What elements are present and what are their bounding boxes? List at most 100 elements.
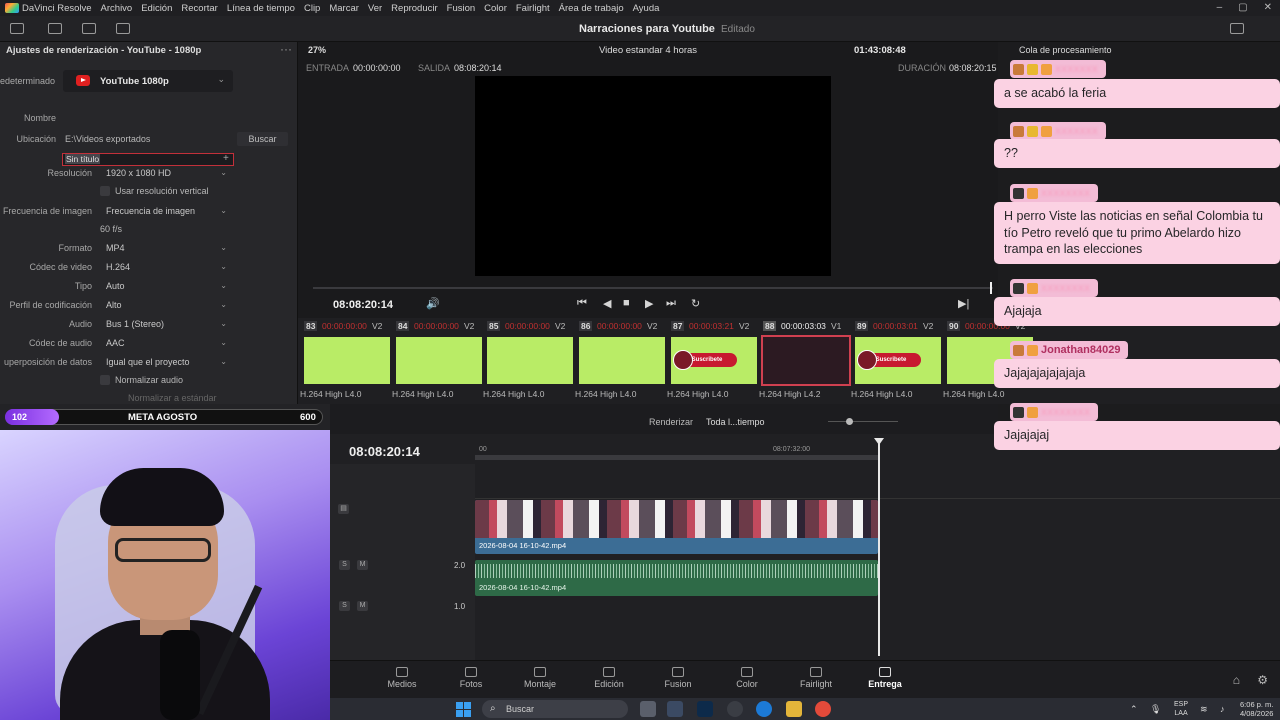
data-burn-select[interactable]: Igual que el proyecto ⌄: [101, 355, 232, 369]
obs-icon[interactable]: [727, 701, 743, 717]
clip-thumbnail-selected[interactable]: 88 00:00:03:03 V1 H.264 High L4.2: [757, 318, 851, 400]
video-preview[interactable]: [475, 76, 831, 276]
davinci-taskbar-icon[interactable]: [667, 701, 683, 717]
menu-linea-tiempo[interactable]: Línea de tiempo: [227, 3, 295, 14]
file-explorer-icon[interactable]: [786, 701, 802, 717]
go-to-start-icon[interactable]: ⏮: [577, 297, 587, 310]
video-clip[interactable]: 2026-08-04 16-10-42.mp4: [475, 500, 878, 554]
track-lock-icon[interactable]: ▤: [338, 504, 349, 514]
menu-color[interactable]: Color: [484, 3, 507, 14]
audio-codec-select[interactable]: AAC ⌄: [101, 336, 232, 350]
gear-icon[interactable]: ⚙: [1257, 673, 1268, 687]
page-tab-entrega[interactable]: Entrega: [849, 661, 921, 699]
profile-select[interactable]: Alto ⌄: [101, 298, 232, 312]
mute-button[interactable]: M: [357, 560, 368, 570]
track-headers: ▤ S M 2.0 S M 1.0: [330, 464, 475, 660]
minimize-icon[interactable]: –: [1217, 2, 1223, 13]
browse-button[interactable]: Buscar: [237, 132, 288, 146]
page-tab-fusion[interactable]: Fusion: [646, 667, 710, 689]
clip-thumbnail[interactable]: 83 00:00:00:00 V2 H.264 High L4.0: [298, 318, 390, 400]
clip-thumbnail[interactable]: 87 00:00:03:21 V2 Suscribete H.264 High …: [665, 318, 757, 400]
clip-thumbnail[interactable]: 85 00:00:00:00 V2 H.264 High L4.0: [481, 318, 573, 400]
framerate-select[interactable]: Frecuencia de imagen ⌄: [101, 204, 232, 218]
location-value[interactable]: E:\Videos exportados: [65, 134, 150, 144]
next-clip-icon[interactable]: ▶|: [958, 297, 969, 310]
clip-thumbnail[interactable]: 89 00:00:03:01 V2 Suscribete H.264 High …: [849, 318, 941, 400]
volume-icon[interactable]: ♪: [1220, 704, 1225, 714]
clip-thumbnail[interactable]: 84 00:00:00:00 V2 H.264 High L4.0: [390, 318, 482, 400]
menu-edicion[interactable]: Edición: [141, 3, 172, 14]
windows-start-icon[interactable]: [456, 702, 471, 717]
clip-track: V2: [739, 321, 750, 331]
location-label: Ubicación: [16, 134, 56, 144]
mute-button[interactable]: M: [357, 601, 368, 611]
go-to-end-icon[interactable]: ⏭: [666, 297, 676, 310]
add-icon[interactable]: +: [223, 153, 229, 164]
microphone-icon[interactable]: 🎙: [1150, 704, 1161, 715]
solo-button[interactable]: S: [339, 601, 350, 611]
page-tab-montaje[interactable]: Montaje: [508, 667, 572, 689]
clip-thumbnail[interactable]: 86 00:00:00:00 V2 H.264 High L4.0: [573, 318, 665, 400]
track-level: 2.0: [454, 561, 466, 570]
media-pool-icon[interactable]: [10, 23, 24, 34]
stop-icon[interactable]: ■: [623, 297, 630, 309]
page-tab-medios[interactable]: Medios: [370, 667, 434, 689]
volume-icon[interactable]: 🔊: [426, 297, 440, 310]
more-options-icon[interactable]: ···: [280, 42, 292, 56]
type-select[interactable]: Auto ⌄: [101, 279, 232, 293]
task-view-icon[interactable]: [640, 701, 656, 717]
codec-select[interactable]: H.264 ⌄: [101, 260, 232, 274]
language-indicator[interactable]: ESP LAA: [1174, 700, 1188, 718]
solo-button[interactable]: S: [339, 560, 350, 570]
panel-toggle-icon[interactable]: [1230, 23, 1244, 34]
menu-fairlight[interactable]: Fairlight: [516, 3, 550, 14]
audio-clip[interactable]: 2026-08-04 16-10-42.mp4: [475, 560, 878, 596]
format-select[interactable]: MP4 ⌄: [101, 241, 232, 255]
layout-icon[interactable]: [116, 23, 130, 34]
scrubber-track[interactable]: [313, 287, 993, 289]
menu-area-trabajo[interactable]: Área de trabajo: [559, 3, 624, 14]
render-range-select[interactable]: Toda l...tiempo: [706, 417, 765, 427]
timeline-zoom-slider[interactable]: [828, 421, 898, 422]
audio-select[interactable]: Bus 1 (Stereo) ⌄: [101, 317, 232, 331]
page-tab-color[interactable]: Color: [715, 667, 779, 689]
clips-icon[interactable]: [48, 23, 62, 34]
menu-archivo[interactable]: Archivo: [101, 3, 133, 14]
inspector-icon[interactable]: [82, 23, 96, 34]
playhead[interactable]: [874, 438, 884, 656]
ruler-start: 00: [479, 446, 487, 453]
menu-recortar[interactable]: Recortar: [181, 3, 217, 14]
tray-chevron-icon[interactable]: ⌃: [1130, 704, 1138, 715]
menu-reproducir[interactable]: Reproducir: [391, 3, 437, 14]
zoom-level[interactable]: 27%: [308, 45, 326, 55]
taskbar-search[interactable]: ⌕ Buscar: [482, 700, 628, 718]
vertical-res-checkbox[interactable]: [100, 186, 110, 196]
resolution-select[interactable]: 1920 x 1080 HD ⌄: [101, 166, 232, 180]
chrome-icon[interactable]: [815, 701, 831, 717]
menu-fusion[interactable]: Fusion: [447, 3, 476, 14]
page-tab-edicion[interactable]: Edición: [577, 667, 641, 689]
page-tab-fairlight[interactable]: Fairlight: [784, 667, 848, 689]
normalize-checkbox[interactable]: [100, 375, 110, 385]
menu-ayuda[interactable]: Ayuda: [633, 3, 660, 14]
play-reverse-icon[interactable]: ◀: [603, 297, 611, 310]
timeline-zoom-handle[interactable]: [846, 418, 853, 425]
menu-marcar[interactable]: Marcar: [329, 3, 359, 14]
maximize-icon[interactable]: ▢: [1238, 2, 1247, 13]
loop-icon[interactable]: ↻: [691, 297, 700, 310]
page-tab-fotos[interactable]: Fotos: [439, 667, 503, 689]
menu-ver[interactable]: Ver: [368, 3, 382, 14]
edge-icon[interactable]: [756, 701, 772, 717]
menu-clip[interactable]: Clip: [304, 3, 320, 14]
preset-selector[interactable]: YouTube 1080p ⌄: [63, 70, 233, 92]
viewer-title[interactable]: Video estandar 4 horas: [599, 45, 697, 56]
close-icon[interactable]: ✕: [1264, 2, 1272, 13]
menu-app[interactable]: DaVinci Resolve: [22, 3, 92, 14]
file-name-input[interactable]: Sin título: [62, 153, 234, 166]
clock[interactable]: 6:06 p. m. 4/08/2026: [1240, 700, 1273, 718]
home-icon[interactable]: ⌂: [1233, 673, 1240, 687]
wifi-icon[interactable]: ≋: [1200, 704, 1208, 715]
clip-format: H.264 High L4.0: [392, 389, 454, 399]
photoshop-icon[interactable]: [697, 701, 713, 717]
play-icon[interactable]: ▶: [645, 297, 653, 310]
